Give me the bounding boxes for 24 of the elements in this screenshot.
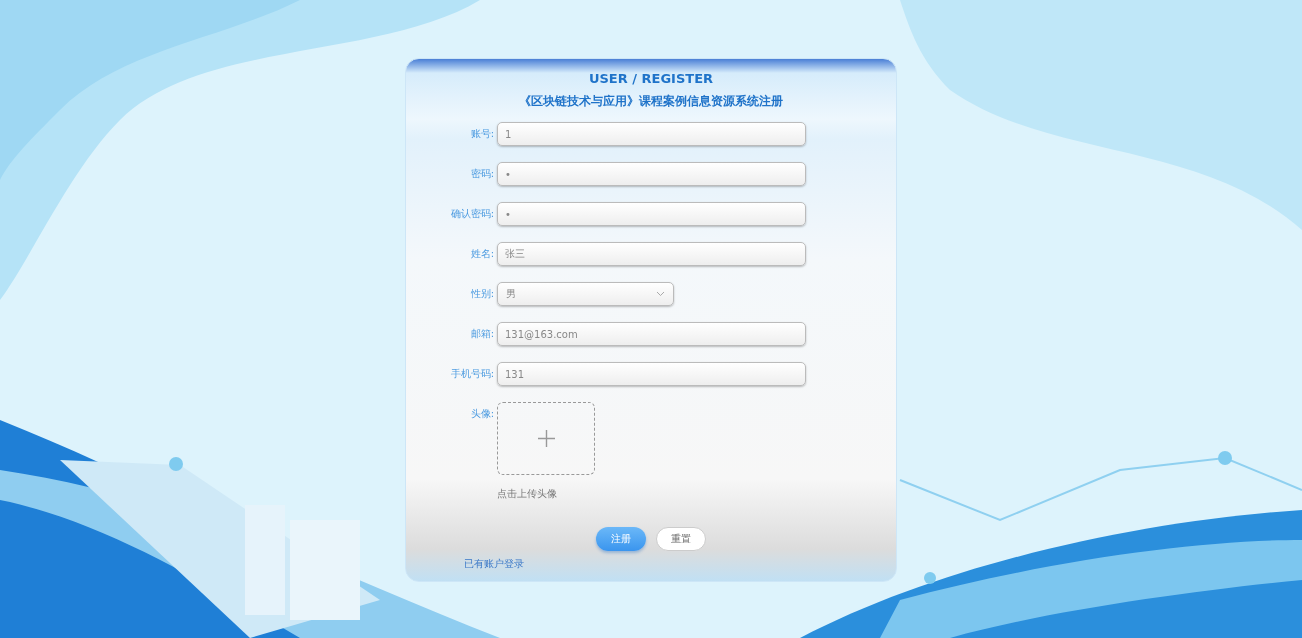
field-label: 手机号码:	[449, 367, 495, 381]
reset-button[interactable]: 重置	[656, 527, 706, 551]
plus-icon	[537, 430, 555, 447]
chevron-down-icon	[656, 291, 665, 297]
field-label: 姓名:	[469, 247, 495, 261]
upload-hint: 点击上传头像	[497, 487, 558, 501]
input-field[interactable]: 131	[497, 362, 806, 386]
form-title: USER / REGISTER	[588, 71, 714, 86]
input-field[interactable]: 131@163.com	[497, 322, 806, 346]
login-link[interactable]: 已有账户登录	[464, 557, 524, 571]
field-label: 邮箱:	[469, 327, 495, 341]
input-field[interactable]: 1	[497, 122, 806, 146]
input-field[interactable]: 张三	[497, 242, 806, 266]
register-button[interactable]: 注册	[596, 527, 646, 551]
field-label: 密码:	[469, 167, 495, 181]
form-subtitle: 《区块链技术与应用》课程案例信息资源系统注册	[519, 93, 783, 110]
field-label: 性别:	[469, 287, 495, 301]
input-field[interactable]: •	[497, 162, 806, 186]
field-label: 确认密码:	[449, 207, 495, 221]
select-field[interactable]: 男	[497, 282, 674, 306]
field-label: 账号:	[469, 127, 495, 141]
upload-box[interactable]	[497, 402, 595, 475]
input-field[interactable]: •	[497, 202, 806, 226]
field-label: 头像:	[469, 407, 495, 421]
